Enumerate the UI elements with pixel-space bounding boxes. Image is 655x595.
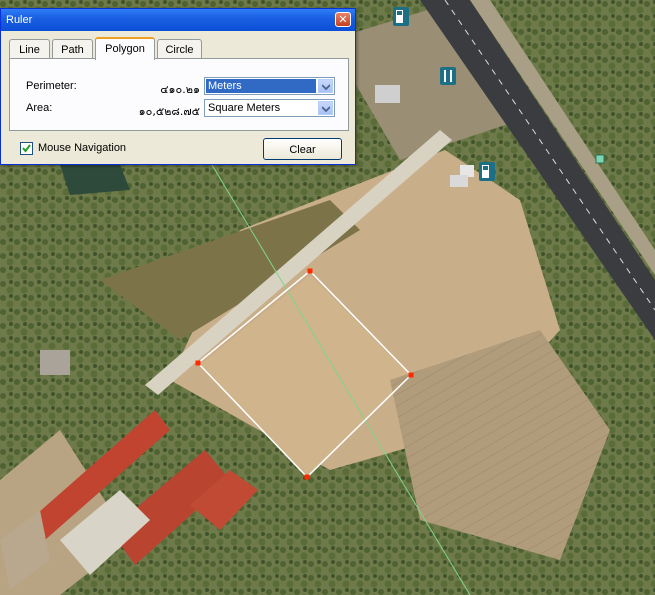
polygon-vertex	[195, 360, 201, 366]
clear-button[interactable]: Clear	[263, 138, 342, 160]
chevron-down-icon[interactable]	[318, 79, 333, 93]
fuel-station-icon	[479, 162, 495, 181]
tab-path[interactable]: Path	[52, 39, 93, 59]
window-title: Ruler	[6, 14, 33, 26]
close-button[interactable]: ✕	[335, 12, 351, 27]
area-unit: Square Meters	[208, 102, 281, 114]
measurement-panel: Perimeter: ๔๑๐.๒๑ Meters Area: ๑๐,๕๒๘.๗๕…	[9, 58, 349, 131]
poi-marker-icon	[595, 154, 605, 164]
perimeter-unit: Meters	[206, 79, 316, 93]
mouse-navigation-checkbox[interactable]	[20, 142, 33, 155]
polygon-vertex	[408, 372, 414, 378]
chevron-down-icon[interactable]	[318, 101, 333, 115]
perimeter-unit-select[interactable]: Meters	[204, 77, 335, 95]
tab-circle[interactable]: Circle	[157, 39, 202, 59]
fuel-station-icon	[393, 7, 409, 26]
tab-polygon[interactable]: Polygon	[95, 37, 155, 60]
checkmark-icon	[22, 144, 31, 153]
mouse-navigation-label: Mouse Navigation	[38, 142, 127, 154]
restaurant-icon	[440, 67, 456, 85]
ruler-titlebar[interactable]: Ruler ✕	[1, 9, 355, 31]
perimeter-label: Perimeter:	[26, 80, 77, 92]
perimeter-value: ๔๑๐.๒๑	[160, 83, 200, 96]
area-unit-select[interactable]: Square Meters	[204, 99, 335, 117]
ruler-dialog: Ruler ✕ Line Path Polygon Circle Perimet…	[0, 8, 356, 165]
polygon-vertex	[307, 268, 313, 274]
close-icon: ✕	[338, 13, 348, 26]
tab-line[interactable]: Line	[9, 39, 50, 59]
polygon-vertex	[304, 474, 310, 480]
area-label: Area:	[26, 102, 53, 114]
area-value: ๑๐,๕๒๘.๗๕	[138, 105, 200, 118]
